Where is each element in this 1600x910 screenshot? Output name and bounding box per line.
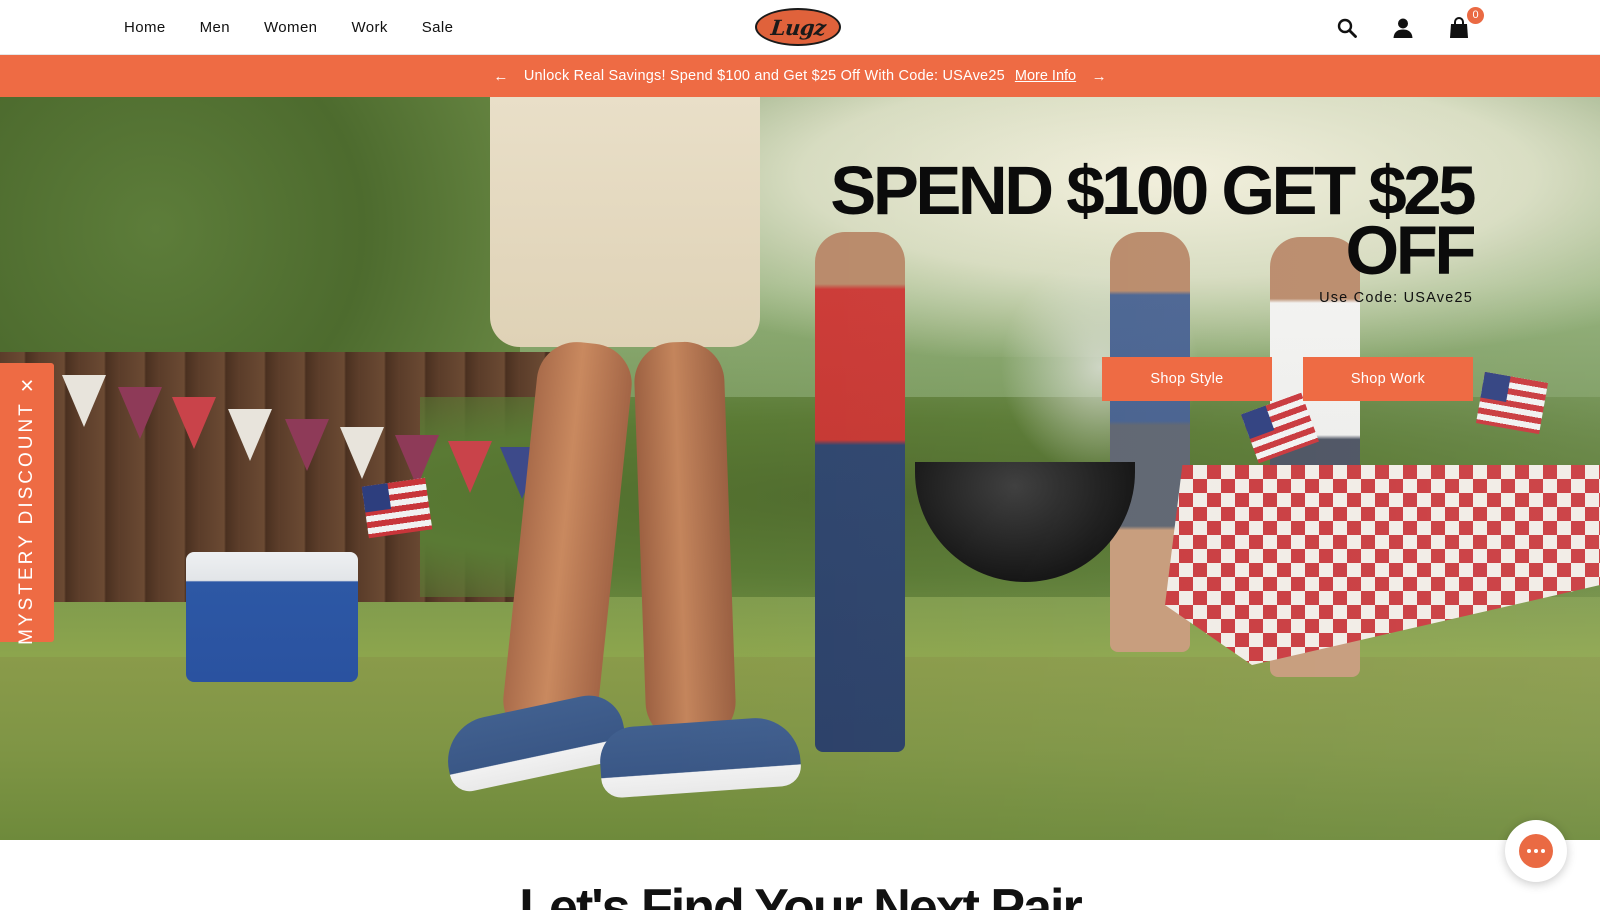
cart-count-badge: 0 [1467,6,1484,24]
site-header: Home Men Women Work Sale Lugz 0 [0,0,1600,55]
logo-text: Lugz [769,14,827,40]
nav-men-link[interactable]: Men [200,19,230,36]
mystery-discount-tab[interactable]: ✕ MYSTERY DISCOUNT [0,363,54,645]
nav-women-link[interactable]: Women [264,19,317,36]
nav-home-link[interactable]: Home [124,19,166,36]
shopping-bag-icon[interactable]: 0 [1448,6,1484,39]
section-title: Let's Find Your Next Pair [519,879,1082,910]
nav-sale-link[interactable]: Sale [422,19,454,36]
hero-headline-line2: OFF [1345,212,1477,289]
hero-headline: SPEND $100 GET $25 OFF [573,156,1476,285]
promo-more-info-link[interactable]: More Info [1015,68,1076,84]
promo-prev-arrow-icon[interactable]: ← [492,68,510,85]
site-logo[interactable]: Lugz [755,8,841,46]
account-icon[interactable] [1392,17,1414,39]
shop-work-button[interactable]: Shop Work [1303,357,1473,401]
nav-work-link[interactable]: Work [351,19,387,36]
header-actions: 0 [1336,0,1484,55]
hero-promo-code: Use Code: USAve25 [1319,290,1473,306]
promo-message: Unlock Real Savings! Spend $100 and Get … [523,68,1005,84]
mystery-discount-label: MYSTERY DISCOUNT [16,401,37,645]
search-icon[interactable] [1336,17,1358,39]
close-icon[interactable]: ✕ [17,377,37,395]
promo-next-arrow-icon[interactable]: → [1090,68,1108,85]
chat-launcher-button[interactable] [1505,820,1567,882]
main-nav: Home Men Women Work Sale [124,0,453,55]
promo-bar: ← Unlock Real Savings! Spend $100 and Ge… [0,55,1600,97]
hero-banner: SPEND $100 GET $25 OFF Use Code: USAve25… [0,97,1600,840]
chat-bubble-icon [1519,834,1553,868]
shop-style-button[interactable]: Shop Style [1102,357,1272,401]
